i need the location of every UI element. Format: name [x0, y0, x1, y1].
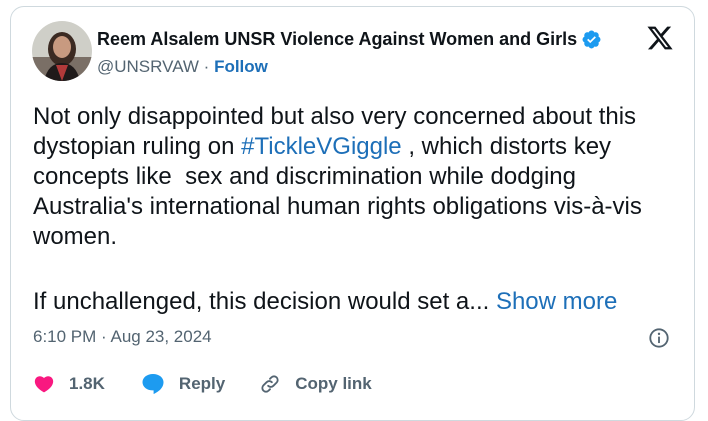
heart-icon: [34, 376, 54, 393]
tweet-card: Reem Alsalem UNSR Violence Against Women…: [10, 6, 695, 421]
tweet-timestamp[interactable]: 6:10 PM · Aug 23, 2024: [33, 327, 212, 347]
author-display-name[interactable]: Reem Alsalem UNSR Violence Against Women…: [97, 29, 577, 50]
handle-separator: ·: [198, 57, 215, 76]
follow-button[interactable]: Follow: [214, 57, 268, 76]
hashtag-link[interactable]: #TickleVGiggle: [241, 133, 402, 160]
action-bar: 1.8K Reply Copy link: [33, 373, 372, 395]
copy-link-label: Copy link: [295, 374, 372, 393]
info-icon[interactable]: [648, 327, 670, 349]
author-handle-row: @UNSRVAW · Follow: [97, 57, 268, 77]
x-logo-icon[interactable]: [646, 24, 674, 52]
reply-bubble-icon: [142, 374, 164, 394]
author-handle[interactable]: @UNSRVAW: [97, 57, 199, 76]
tweet-text-truncated: If unchallenged, this decision would set…: [33, 288, 490, 315]
like-button[interactable]: 1.8K: [33, 373, 105, 395]
avatar[interactable]: [32, 21, 92, 81]
like-count: 1.8K: [69, 374, 105, 393]
show-more-link[interactable]: Show more: [496, 288, 617, 315]
reply-button[interactable]: Reply: [141, 373, 225, 395]
verified-badge-icon: [581, 29, 602, 50]
tweet-body: Not only disappointed but also very conc…: [33, 102, 683, 252]
author-name-row: Reem Alsalem UNSR Violence Against Women…: [97, 29, 602, 50]
reply-label: Reply: [178, 374, 226, 393]
tweet-body-continued: If unchallenged, this decision would set…: [33, 287, 683, 317]
copy-link-button[interactable]: Copy link: [259, 373, 372, 395]
avatar-photo: [32, 21, 92, 81]
link-icon: [261, 375, 279, 393]
